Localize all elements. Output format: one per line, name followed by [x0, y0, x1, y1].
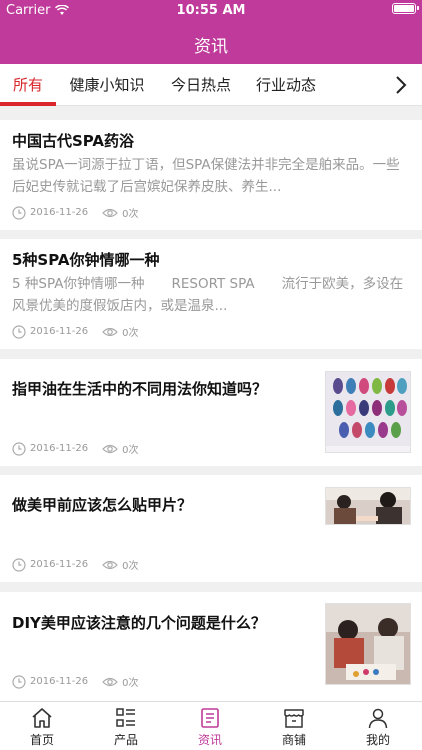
nail-polish-thumbnail [325, 371, 411, 453]
bottom-nav-profile[interactable]: 我的 [336, 702, 420, 750]
article-date: 2016-11-26 [30, 207, 89, 218]
article-views: 0次 [122, 678, 139, 689]
bottom-nav-products-label: 产品 [113, 733, 138, 747]
bottom-nav-home-label: 首页 [29, 733, 54, 747]
page-title: 资讯 [194, 37, 228, 57]
article-meta: 2016-11-26 0次 [12, 324, 139, 339]
article-views: 0次 [122, 328, 139, 339]
bottom-nav: 首页 产品 资讯 商铺 我的 [0, 701, 422, 750]
chevron-right-icon[interactable] [390, 74, 412, 96]
article-summary: 5 种SPA你钟情哪一种 RESORT SPA 流行于欧美，多设在风景优美的度假… [12, 276, 404, 314]
shop-icon [284, 709, 304, 728]
bottom-nav-news-label: 资讯 [197, 733, 222, 747]
top-bar: Carrier 10:55 AM 资讯 [0, 0, 422, 64]
article-views: 0次 [122, 445, 139, 456]
bottom-nav-shop-label: 商铺 [281, 733, 306, 747]
article-meta: 2016-11-26 0次 [12, 441, 139, 456]
article-meta: 2016-11-26 0次 [12, 557, 139, 572]
home-icon [32, 708, 52, 728]
eye-icon [102, 560, 118, 569]
article-date: 2016-11-26 [30, 443, 89, 454]
article-card[interactable]: 指甲油在生活中的不同用法你知道吗？ 2016-11-26 0次 [0, 359, 422, 466]
article-summary: 虽说SPA一词源于拉丁语，但SPA保健法并非完全是舶来品。一些后妃史传就记载了后… [12, 157, 400, 195]
list-icon [116, 708, 135, 727]
active-tab-indicator [0, 102, 56, 106]
status-time: 10:55 AM [176, 3, 246, 18]
clock-icon [12, 441, 26, 456]
article-card[interactable]: DIY美甲应该注意的几个问题是什么？ 2016-11-26 0次 [0, 592, 422, 701]
article-title: 指甲油在生活中的不同用法你知道吗？ [12, 380, 268, 398]
bottom-nav-news[interactable]: 资讯 [168, 702, 252, 750]
diy-nail-thumbnail [325, 603, 411, 685]
bottom-nav-home[interactable]: 首页 [0, 702, 84, 750]
article-date: 2016-11-26 [30, 676, 89, 687]
battery-icon [392, 3, 419, 14]
category-tabs: 所有 健康小知识 今日热点 行业动态 [0, 64, 422, 106]
clock-icon [12, 557, 26, 572]
article-card[interactable]: 中国古代SPA药浴 虽说SPA一词源于拉丁语，但SPA保健法并非完全是舶来品。一… [0, 120, 422, 230]
clock-icon [12, 324, 26, 339]
tab-all[interactable]: 所有 [0, 64, 56, 106]
eye-icon [102, 327, 118, 336]
article-title: 中国古代SPA药浴 [12, 132, 135, 150]
article-date: 2016-11-26 [30, 326, 89, 337]
nail-salon-thumbnail [325, 487, 411, 525]
status-bar: Carrier 10:55 AM [0, 0, 422, 22]
news-icon [201, 708, 219, 728]
eye-icon [102, 444, 118, 453]
bottom-nav-products[interactable]: 产品 [84, 702, 168, 750]
bottom-nav-profile-label: 我的 [365, 733, 390, 747]
clock-icon [12, 205, 26, 220]
article-meta: 2016-11-26 0次 [12, 205, 139, 220]
tab-industry-news[interactable]: 行业动态 [245, 64, 327, 106]
bottom-nav-shop[interactable]: 商铺 [252, 702, 336, 750]
article-date: 2016-11-26 [30, 559, 89, 570]
clock-icon [12, 674, 26, 689]
tab-health-tips[interactable]: 健康小知识 [58, 64, 156, 106]
tab-today-hot[interactable]: 今日热点 [160, 64, 242, 106]
article-meta: 2016-11-26 0次 [12, 674, 139, 689]
eye-icon [102, 208, 118, 217]
user-icon [368, 708, 388, 729]
article-title: 5种SPA你钟情哪一种 [12, 251, 160, 269]
article-card[interactable]: 5种SPA你钟情哪一种 5 种SPA你钟情哪一种 RESORT SPA 流行于欧… [0, 239, 422, 349]
article-views: 0次 [122, 561, 139, 572]
article-views: 0次 [122, 209, 139, 220]
eye-icon [102, 677, 118, 686]
article-title: DIY美甲应该注意的几个问题是什么？ [12, 614, 266, 632]
article-card[interactable]: 做美甲前应该怎么贴甲片？ 2016-11-26 0次 [0, 475, 422, 582]
article-title: 做美甲前应该怎么贴甲片？ [12, 496, 193, 514]
